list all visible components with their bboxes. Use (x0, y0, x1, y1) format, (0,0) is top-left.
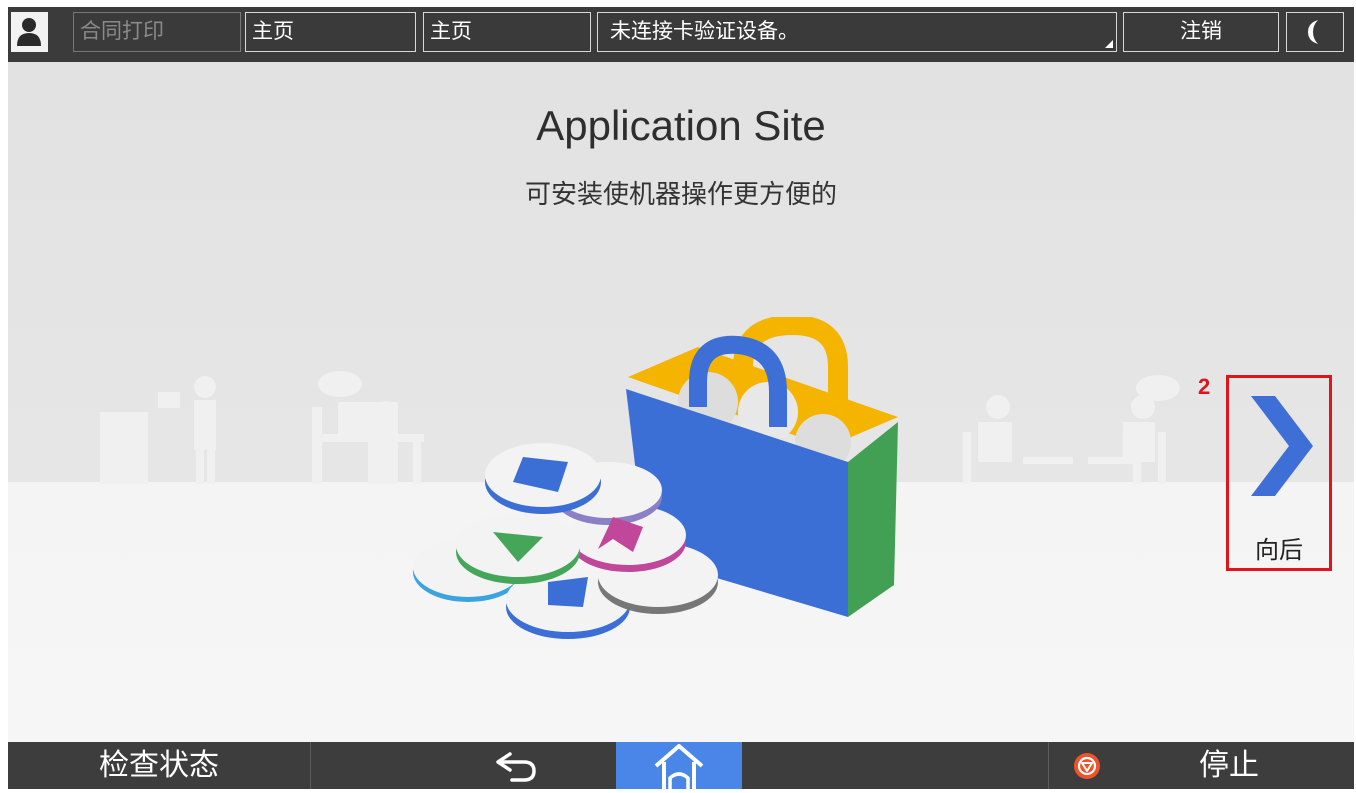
expand-corner-icon (1105, 40, 1113, 48)
bottom-bar: 检查状态 停止 (8, 742, 1354, 789)
user-icon (17, 18, 41, 46)
stop-label: 停止 (1199, 748, 1259, 783)
user-button[interactable] (11, 12, 48, 52)
status-message-field[interactable]: 未连接卡验证设备。 (597, 12, 1117, 52)
check-status-button[interactable]: 检查状态 (8, 742, 311, 789)
home-button[interactable] (616, 742, 742, 789)
chevron-right-icon (1251, 396, 1313, 496)
app-bag-illustration (413, 317, 898, 639)
stop-icon (1074, 753, 1100, 779)
home-icon (654, 744, 704, 789)
top-bar: 合同打印 主页 主页 未连接卡验证设备。 注销 (8, 7, 1354, 62)
logout-button[interactable]: 注销 (1123, 12, 1279, 52)
application-site-panel: Application Site 可安装使机器操作更方便的 向后 2 (8, 62, 1354, 742)
stop-button[interactable]: 停止 (1048, 742, 1355, 789)
job-label-field[interactable]: 合同打印 (73, 12, 241, 52)
next-button-label: 向后 (1255, 536, 1303, 564)
back-arrow-icon (496, 752, 536, 782)
back-button[interactable] (488, 748, 548, 784)
status-message-text: 未连接卡验证设备。 (610, 19, 799, 43)
annotation-number: 2 (1198, 374, 1211, 399)
moon-icon (1308, 20, 1318, 44)
home-field-1[interactable]: 主页 (245, 12, 416, 52)
home-field-2[interactable]: 主页 (423, 12, 591, 52)
sleep-button[interactable] (1286, 12, 1344, 52)
next-button[interactable]: 向后 (1226, 375, 1332, 571)
